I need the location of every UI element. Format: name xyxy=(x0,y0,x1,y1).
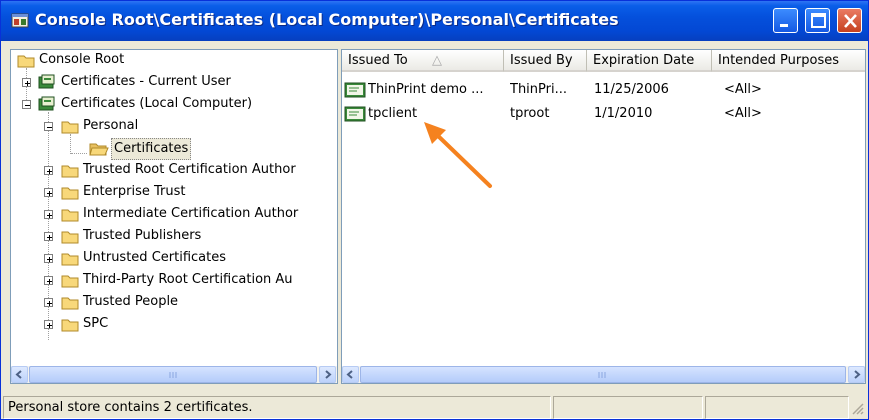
tree-item-personal[interactable]: Personal xyxy=(11,116,331,136)
cell-expiration-date: 1/1/2010 xyxy=(594,106,653,121)
status-bar: Personal store contains 2 certificates. xyxy=(3,396,866,419)
tree-item-intermediate[interactable]: Intermediate Certification Author xyxy=(11,204,331,224)
maximize-button[interactable] xyxy=(805,8,830,33)
title-bar[interactable]: Console Root\Certificates (Local Compute… xyxy=(1,1,868,41)
tree-horizontal-scrollbar[interactable] xyxy=(11,366,337,383)
tree-item-certificates-local-computer[interactable]: Certificates (Local Computer) xyxy=(11,94,331,114)
tree-item-trusted-root[interactable]: Trusted Root Certification Author xyxy=(11,160,331,180)
mmc-app-icon xyxy=(11,13,29,28)
scroll-right-button[interactable] xyxy=(848,366,865,383)
cell-issued-by: ThinPri... xyxy=(510,82,567,97)
cell-intended-purposes: <All> xyxy=(724,82,762,97)
collapse-minus-icon[interactable] xyxy=(44,122,53,131)
scroll-thumb[interactable] xyxy=(360,366,846,383)
cell-expiration-date: 11/25/2006 xyxy=(594,82,669,97)
column-header-intended-purposes[interactable]: Intended Purposes xyxy=(712,50,865,72)
scroll-left-button[interactable] xyxy=(342,366,359,383)
certificate-store-icon xyxy=(38,74,55,89)
folder-icon xyxy=(61,121,79,134)
tree-item-untrusted[interactable]: Untrusted Certificates xyxy=(11,248,331,268)
column-header-issued-to[interactable]: Issued To △ xyxy=(342,50,504,72)
folder-icon xyxy=(61,187,79,200)
column-header-issued-by[interactable]: Issued By xyxy=(504,50,587,72)
chevron-left-icon xyxy=(15,370,22,379)
tree-item-third-party-root[interactable]: Third-Party Root Certification Au xyxy=(11,270,331,290)
tree-item-label: Trusted Publishers xyxy=(83,228,202,243)
folder-icon xyxy=(61,297,79,310)
folder-icon xyxy=(61,165,79,178)
tree-item-label: Console Root xyxy=(39,52,125,67)
orange-arrow-annotation xyxy=(424,122,492,188)
close-icon xyxy=(844,14,857,28)
expand-plus-icon[interactable] xyxy=(44,254,53,263)
table-row[interactable]: ThinPrint demo ... ThinPri... 11/25/2006… xyxy=(344,80,844,100)
resize-grip-icon[interactable] xyxy=(851,402,865,416)
tree-item-label-selected: Certificates xyxy=(111,138,192,160)
tree-item-label: Enterprise Trust xyxy=(83,184,186,199)
open-folder-icon xyxy=(89,143,109,156)
expand-plus-icon[interactable] xyxy=(22,78,31,87)
tree-item-label: Personal xyxy=(83,118,139,133)
folder-icon xyxy=(61,319,79,332)
tree-item-trusted-publishers[interactable]: Trusted Publishers xyxy=(11,226,331,246)
certificate-icon xyxy=(344,106,366,122)
tree-item-spc[interactable]: SPC xyxy=(11,314,331,334)
cell-issued-to: ThinPrint demo ... xyxy=(368,82,484,97)
chevron-right-icon xyxy=(325,370,332,379)
column-header-label: Intended Purposes xyxy=(718,53,839,68)
tree-item-label: Intermediate Certification Author xyxy=(83,206,299,221)
sort-ascending-icon: △ xyxy=(432,53,442,68)
column-header-label: Expiration Date xyxy=(593,53,695,68)
mmc-window: Console Root\Certificates (Local Compute… xyxy=(0,0,869,420)
expand-plus-icon[interactable] xyxy=(44,276,53,285)
close-button[interactable] xyxy=(837,8,862,33)
scroll-thumb[interactable] xyxy=(29,366,317,383)
maximize-icon xyxy=(811,13,826,28)
scroll-left-button[interactable] xyxy=(11,366,28,383)
cell-issued-by: tproot xyxy=(510,106,550,121)
column-header-label: Issued By xyxy=(510,53,573,68)
status-panel xyxy=(553,396,703,419)
tree-item-label: Untrusted Certificates xyxy=(83,250,226,265)
status-panel xyxy=(705,396,849,419)
window-title: Console Root\Certificates (Local Compute… xyxy=(35,10,619,29)
folder-icon xyxy=(61,209,79,222)
tree-item-trusted-people[interactable]: Trusted People xyxy=(11,292,331,312)
minimize-button[interactable] xyxy=(773,8,798,33)
tree-item-label: Trusted Root Certification Author xyxy=(83,162,296,177)
scroll-right-button[interactable] xyxy=(319,366,336,383)
folder-icon xyxy=(61,275,79,288)
expand-plus-icon[interactable] xyxy=(44,210,53,219)
chevron-left-icon xyxy=(346,370,353,379)
tree-item-personal-certificates[interactable]: Certificates xyxy=(11,138,331,160)
minimize-icon xyxy=(780,24,788,27)
tree-item-label: Certificates (Local Computer) xyxy=(61,96,253,111)
collapse-minus-icon[interactable] xyxy=(22,100,31,109)
tree-item-label: SPC xyxy=(83,316,109,331)
expand-plus-icon[interactable] xyxy=(44,320,53,329)
tree-item-enterprise-trust[interactable]: Enterprise Trust xyxy=(11,182,331,202)
list-horizontal-scrollbar[interactable] xyxy=(342,366,865,383)
tree-item-label: Trusted People xyxy=(83,294,179,309)
expand-plus-icon[interactable] xyxy=(44,232,53,241)
expand-plus-icon[interactable] xyxy=(44,188,53,197)
expand-plus-icon[interactable] xyxy=(44,298,53,307)
chevron-right-icon xyxy=(854,370,861,379)
certificate-list[interactable]: Issued To △ Issued By Expiration Date In… xyxy=(341,49,866,384)
folder-icon xyxy=(17,55,35,68)
expand-plus-icon[interactable] xyxy=(44,166,53,175)
tree-item-label: Certificates - Current User xyxy=(61,74,231,89)
console-tree[interactable]: Console Root Certificates - Current User… xyxy=(10,49,338,384)
folder-icon xyxy=(61,231,79,244)
column-header-label: Issued To xyxy=(348,53,408,68)
tree-item-certificates-current-user[interactable]: Certificates - Current User xyxy=(11,72,331,92)
certificate-icon xyxy=(344,82,366,98)
folder-icon xyxy=(61,253,79,266)
tree-item-label: Third-Party Root Certification Au xyxy=(83,272,293,287)
cell-intended-purposes: <All> xyxy=(724,106,762,121)
status-text: Personal store contains 2 certificates. xyxy=(3,396,551,419)
certificate-store-icon xyxy=(38,96,55,111)
column-header-expiration-date[interactable]: Expiration Date xyxy=(587,50,712,72)
